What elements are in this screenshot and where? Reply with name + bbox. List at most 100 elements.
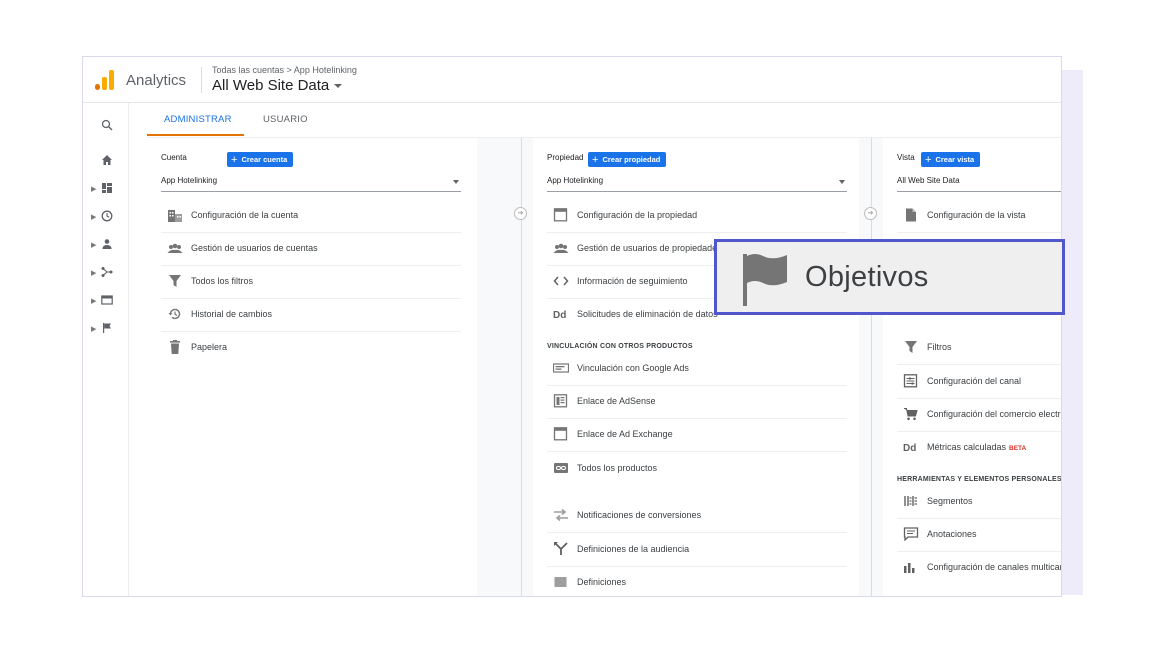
create-view-button[interactable]: + Crear vista: [921, 152, 981, 167]
swap-icon: [554, 508, 568, 522]
account-select[interactable]: App Hotelinking: [161, 176, 461, 192]
nav-customization[interactable]: ▶: [83, 180, 128, 200]
tab-usuario[interactable]: USUARIO: [263, 114, 308, 125]
adsense-link-item[interactable]: Enlace de AdSense: [547, 385, 847, 419]
view-selector[interactable]: All Web Site Data: [212, 77, 343, 94]
item-label: Definiciones: [577, 577, 627, 587]
linking-section-title: VINCULACIÓN CON OTROS PRODUCTOS: [547, 343, 693, 350]
breadcrumb[interactable]: Todas las cuentas > App Hotelinking: [212, 65, 357, 75]
item-label: Papelera: [191, 342, 228, 352]
multichannel-settings-item[interactable]: Configuración de canales multicanal: [897, 551, 1062, 584]
definitions-icon: [554, 577, 567, 587]
caret-down-icon: [334, 84, 343, 89]
filter-icon: [169, 275, 181, 287]
nav-search[interactable]: [83, 117, 128, 137]
item-label: Gestión de usuarios de propiedades: [577, 243, 722, 253]
expand-arrow-icon: ▶: [91, 270, 97, 277]
item-label: Todos los productos: [577, 463, 658, 473]
create-property-label: Crear propiedad: [602, 155, 661, 164]
bar-chart-icon: [904, 563, 915, 573]
view-select[interactable]: All Web Site Data: [897, 176, 1061, 192]
expand-arrow-icon: ▶: [91, 298, 97, 305]
property-settings-item[interactable]: Configuración de la propiedad: [547, 199, 847, 233]
item-label: Configuración de la propiedad: [577, 210, 698, 220]
svg-text:Dd: Dd: [903, 443, 916, 454]
nav-acquisition[interactable]: ▶: [83, 264, 128, 284]
customization-icon: [102, 183, 112, 193]
group-icon: [167, 243, 183, 253]
arrow-right-icon: ➔: [514, 207, 527, 220]
channel-settings-item[interactable]: Configuración del canal: [897, 365, 1061, 399]
left-nav: ▶ ▶ ▶ ▶ ▶ ▶: [83, 103, 129, 596]
account-header: Cuenta: [161, 153, 187, 162]
property-select[interactable]: App Hotelinking: [547, 176, 847, 192]
definitions-item[interactable]: Definiciones: [547, 566, 847, 596]
person-icon: [102, 239, 112, 249]
nav-home[interactable]: [83, 152, 128, 172]
code-icon: [553, 276, 569, 286]
dropdown-arrow-icon: [839, 180, 845, 184]
ecommerce-settings-item[interactable]: Configuración del comercio electrónico: [897, 398, 1061, 432]
analytics-logo-icon[interactable]: [95, 70, 115, 90]
trash-icon: [170, 340, 180, 354]
item-label: Historial de cambios: [191, 309, 273, 319]
view-filters-item[interactable]: Filtros: [897, 331, 1061, 365]
segments-item[interactable]: Segmentos: [897, 485, 1061, 519]
link-icon: [554, 463, 568, 473]
segments-icon: [904, 496, 917, 506]
nav-conversions[interactable]: ▶: [83, 320, 128, 340]
expand-arrow-icon: ▶: [91, 214, 97, 221]
building-icon: [168, 210, 182, 222]
account-users-item[interactable]: Gestión de usuarios de cuentas: [161, 232, 461, 266]
filter-icon: [905, 341, 917, 353]
google-ads-link-item[interactable]: Vinculación con Google Ads: [547, 352, 847, 386]
property-header: Propiedad: [547, 153, 584, 162]
active-tab-indicator: [147, 134, 244, 136]
create-account-label: Crear cuenta: [241, 155, 288, 164]
view-title: All Web Site Data: [212, 77, 330, 94]
item-label: Notificaciones de conversiones: [577, 510, 702, 520]
item-label: Definiciones de la audiencia: [577, 544, 690, 554]
view-settings-item[interactable]: Configuración de la vista: [897, 199, 1061, 233]
account-column: Cuenta + Crear cuenta App Hotelinking Con…: [147, 138, 477, 596]
audience-definitions-item[interactable]: Definiciones de la audiencia: [547, 533, 847, 567]
change-history-item[interactable]: Historial de cambios: [161, 298, 461, 332]
calculated-metrics-item[interactable]: Dd Métricas calculadas BETA: [897, 431, 1061, 464]
item-label: Información de seguimiento: [577, 276, 688, 286]
nav-audience[interactable]: ▶: [83, 236, 128, 256]
comment-icon: [903, 527, 919, 541]
objectives-callout[interactable]: Objetivos: [714, 239, 1065, 315]
item-label: Segmentos: [927, 496, 973, 506]
objectives-label: Objetivos: [805, 261, 929, 293]
item-label: Métricas calculadas BETA: [927, 442, 1026, 452]
create-property-button[interactable]: + Crear propiedad: [588, 152, 667, 167]
ad-exchange-link-item[interactable]: Enlace de Ad Exchange: [547, 418, 847, 452]
analytics-window: Analytics Todas las cuentas > App Hoteli…: [82, 56, 1062, 597]
dd-icon: Dd: [553, 310, 566, 321]
plus-icon: +: [592, 154, 599, 166]
account-settings-item[interactable]: Configuración de la cuenta: [161, 199, 461, 233]
tab-administrar[interactable]: ADMINISTRAR: [164, 114, 232, 125]
conversion-notifications-item[interactable]: Notificaciones de conversiones: [547, 499, 847, 533]
create-account-button[interactable]: + Crear cuenta: [227, 152, 294, 167]
item-label: Gestión de usuarios de cuentas: [191, 243, 318, 253]
item-label: Solicitudes de eliminación de datos: [577, 309, 718, 319]
all-products-item[interactable]: Todos los productos: [547, 452, 847, 485]
view-header: Vista: [897, 153, 915, 162]
annotations-item[interactable]: Anotaciones: [897, 518, 1061, 552]
trash-item[interactable]: Papelera: [161, 331, 461, 364]
item-label: Todos los filtros: [191, 276, 254, 286]
beta-badge: BETA: [1009, 445, 1027, 452]
tools-section-title: HERRAMIENTAS Y ELEMENTOS PERSONALES: [897, 476, 1062, 483]
item-label: Anotaciones: [927, 529, 977, 539]
all-filters-item[interactable]: Todos los filtros: [161, 265, 461, 299]
item-label: Configuración de canales multicanal: [927, 562, 1062, 572]
item-label: Filtros: [927, 342, 952, 352]
ads-icon: [553, 363, 569, 373]
plus-icon: +: [231, 154, 238, 166]
nav-realtime[interactable]: ▶: [83, 208, 128, 228]
app-name: Analytics: [126, 72, 187, 89]
nav-behavior[interactable]: ▶: [83, 292, 128, 312]
create-view-label: Crear vista: [935, 155, 975, 164]
plus-icon: +: [925, 154, 932, 166]
